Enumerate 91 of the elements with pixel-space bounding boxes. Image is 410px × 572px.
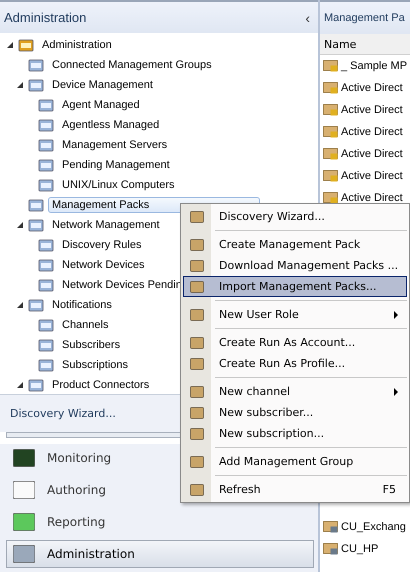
tree-item[interactable]: Notifications	[48, 297, 116, 314]
box-icon	[38, 177, 54, 194]
box-icon	[38, 137, 54, 154]
box-icon	[190, 210, 204, 222]
table-cell: _ Sample MP	[341, 60, 408, 72]
pane-title: Administration	[4, 10, 86, 26]
box-icon	[190, 336, 204, 348]
box-icon	[190, 484, 204, 496]
menu-item[interactable]: Refresh F5	[183, 479, 407, 500]
box-icon	[38, 277, 54, 294]
menu-item[interactable]: Create Run As Profile...	[183, 353, 407, 374]
box-icon	[28, 57, 44, 74]
box-icon	[38, 257, 54, 274]
table-cell: CU_Exchang	[341, 521, 406, 533]
box-icon	[28, 377, 44, 394]
tree-item[interactable]: Subscribers	[58, 337, 124, 354]
menu-item[interactable]: Import Management Packs...	[183, 276, 407, 297]
box-icon	[38, 317, 54, 334]
pane-title: Management Pa	[324, 12, 405, 24]
box-icon	[190, 280, 204, 292]
tree-item[interactable]: UNIX/Linux Computers	[58, 177, 178, 194]
tree-item[interactable]: Agentless Managed	[58, 117, 164, 134]
table-cell: Active Direct	[341, 148, 403, 160]
tree-item[interactable]: Channels	[58, 317, 112, 334]
tree-item[interactable]: Device Management	[48, 77, 157, 94]
box-icon	[190, 406, 204, 418]
menu-item[interactable]: Create Management Pack	[183, 234, 407, 255]
box-icon	[38, 157, 54, 174]
expander-icon[interactable]	[16, 301, 24, 310]
workspace-button[interactable]: Reporting	[6, 508, 314, 536]
tree-item[interactable]: Management Servers	[58, 137, 172, 154]
package-icon	[323, 521, 338, 533]
tree-item[interactable]: Connected Management Groups	[48, 57, 216, 74]
tree-item[interactable]: Product Connectors	[48, 377, 154, 394]
box-icon	[38, 337, 54, 354]
menu-item[interactable]: Add Management Group	[183, 451, 407, 472]
box-icon	[38, 237, 54, 254]
box-icon	[18, 37, 34, 54]
workspace-button[interactable]: Administration	[6, 540, 314, 568]
package-icon	[323, 543, 338, 555]
expander-icon[interactable]	[16, 221, 24, 230]
box-icon	[190, 260, 204, 272]
package-icon	[323, 104, 338, 116]
tree-item[interactable]: Administration	[38, 37, 116, 54]
table-cell: Active Direct	[341, 104, 403, 116]
table-cell: Active Direct	[341, 192, 403, 204]
expander-icon[interactable]	[6, 41, 14, 50]
expander-icon[interactable]	[16, 381, 24, 390]
box-icon	[190, 428, 204, 440]
table-cell: Active Direct	[341, 126, 403, 138]
tree-item[interactable]: Network Devices	[58, 257, 149, 274]
tree-item[interactable]: Discovery Rules	[58, 237, 146, 254]
box-icon	[38, 117, 54, 134]
tile-icon	[13, 545, 35, 563]
menu-item[interactable]: New subscriber...	[183, 402, 407, 423]
box-icon	[28, 77, 44, 94]
box-icon	[190, 308, 204, 320]
menu-item[interactable]: New User Role	[183, 304, 407, 325]
box-icon	[28, 197, 44, 214]
package-icon	[323, 148, 338, 160]
expander-icon[interactable]	[16, 81, 24, 90]
box-icon	[190, 238, 204, 250]
package-icon	[323, 170, 338, 182]
tile-icon	[13, 449, 35, 467]
table-cell: Active Direct	[341, 82, 403, 94]
tree-item[interactable]: Pending Management	[58, 157, 174, 174]
tree-item[interactable]: Subscriptions	[58, 357, 132, 374]
box-icon	[38, 97, 54, 114]
box-icon	[28, 217, 44, 234]
menu-item[interactable]: New subscription...	[183, 423, 407, 444]
column-header[interactable]: Name	[320, 34, 410, 55]
menu-item[interactable]: Create Run As Account...	[183, 332, 407, 353]
discovery-wizard-link[interactable]: Discovery Wizard...	[10, 406, 116, 420]
tile-icon	[13, 513, 35, 531]
package-icon	[323, 82, 338, 94]
box-icon	[28, 297, 44, 314]
menu-item[interactable]: New channel	[183, 381, 407, 402]
package-icon	[323, 60, 338, 72]
box-icon	[38, 357, 54, 374]
box-icon	[190, 386, 204, 398]
table-cell: Active Direct	[341, 170, 403, 182]
box-icon	[190, 456, 204, 468]
package-icon	[323, 126, 338, 138]
collapse-button[interactable]: ‹	[303, 10, 312, 26]
tree-item[interactable]: Network Management	[48, 217, 164, 234]
menu-item[interactable]: Download Management Packs ...	[183, 255, 407, 276]
box-icon	[190, 358, 204, 370]
tree-item[interactable]: Agent Managed	[58, 97, 144, 114]
tile-icon	[13, 481, 35, 499]
package-icon	[323, 192, 338, 204]
table-cell: CU_HP	[341, 543, 378, 555]
